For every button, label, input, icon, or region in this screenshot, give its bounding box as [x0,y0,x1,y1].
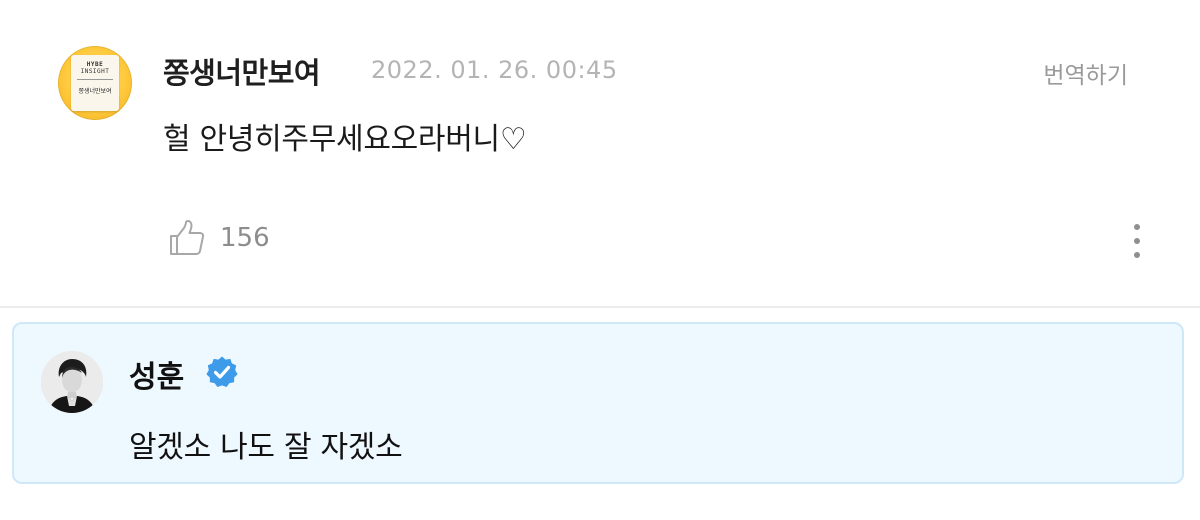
verified-badge-icon [206,356,238,387]
comment-thread: HYBE INSIGHT 쫑생너만보여 쫑생너만보여 2022. 01. 26.… [0,0,1200,520]
translate-button[interactable]: 번역하기 [1043,56,1128,90]
avatar-card-text-line1: HYBE [86,61,104,68]
like-count: 156 [220,223,270,253]
avatar-photo-card: HYBE INSIGHT 쫑생너만보여 [71,55,119,111]
more-options-button[interactable] [1125,222,1149,260]
like-button[interactable] [167,219,207,259]
artist-reply: 성훈 알겠소 나도 잘 자겠소 [12,322,1184,484]
comment-text: 헐 안녕히주무세요오라버니♡ [163,122,527,157]
artist-avatar[interactable] [41,351,103,413]
comment-divider [0,306,1200,308]
artist-portrait [41,351,103,413]
fan-comment: HYBE INSIGHT 쫑생너만보여 쫑생너만보여 2022. 01. 26.… [0,0,1200,308]
comment-timestamp: 2022. 01. 26. 00:45 [371,56,618,84]
vertical-dots-icon [1134,224,1140,230]
vertical-dots-icon [1134,252,1140,258]
fan-avatar[interactable]: HYBE INSIGHT 쫑생너만보여 [58,46,132,120]
avatar-card-name: 쫑생너만보여 [78,88,112,95]
reply-text: 알겠소 나도 잘 자겠소 [129,430,403,465]
thumbs-up-icon [170,220,205,255]
comment-author[interactable]: 쫑생너만보여 [163,50,321,92]
avatar-card-divider [77,79,113,80]
reply-author[interactable]: 성훈 [129,352,184,396]
avatar-card-text-line2: INSIGHT [80,68,110,75]
vertical-dots-icon [1134,238,1140,244]
